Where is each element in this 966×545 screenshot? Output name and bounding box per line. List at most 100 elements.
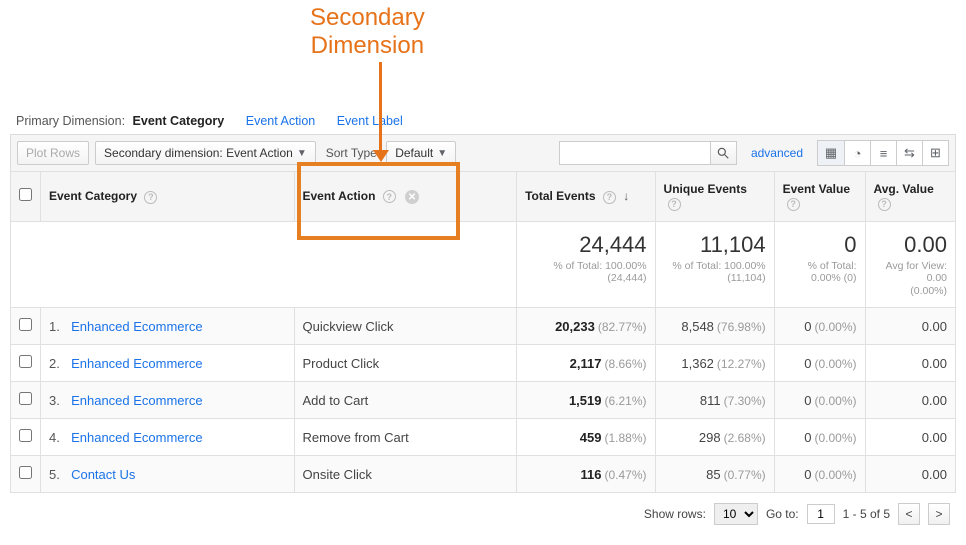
cell-total-events: 116(0.47%) <box>517 456 655 493</box>
annotation-arrow-head <box>373 150 389 162</box>
show-rows-label: Show rows: <box>644 507 706 521</box>
col-unique-events[interactable]: Unique Events ? <box>655 172 774 222</box>
totals-avg-value: 0.00 Avg for View: 0.00(0.00%) <box>865 221 955 308</box>
cell-event-value: 0(0.00%) <box>774 456 865 493</box>
annotation-arrow <box>379 62 382 154</box>
event-category-link[interactable]: Enhanced Ecommerce <box>71 356 203 371</box>
cell-avg-value: 0.00 <box>865 308 955 345</box>
cell-unique-events: 811(7.30%) <box>655 382 774 419</box>
cell-total-events: 459(1.88%) <box>517 419 655 456</box>
view-data-table-icon[interactable]: ▦ <box>818 141 844 165</box>
cell-avg-value: 0.00 <box>865 456 955 493</box>
event-category-link[interactable]: Enhanced Ecommerce <box>71 393 203 408</box>
col-avg-value[interactable]: Avg. Value ? <box>865 172 955 222</box>
col-event-value[interactable]: Event Value ? <box>774 172 865 222</box>
cell-event-action: Onsite Click <box>294 456 517 493</box>
table-row: 2. Enhanced EcommerceProduct Click2,117(… <box>11 345 956 382</box>
table-search <box>559 141 737 165</box>
cell-event-value: 0(0.00%) <box>774 345 865 382</box>
cell-unique-events: 8,548(76.98%) <box>655 308 774 345</box>
cell-event-value: 0(0.00%) <box>774 419 865 456</box>
col-total-events[interactable]: Total Events ? ↓ <box>517 172 655 222</box>
cell-event-category: 4. Enhanced Ecommerce <box>41 419 295 456</box>
magnifier-icon <box>716 146 730 160</box>
cell-avg-value: 0.00 <box>865 345 955 382</box>
cell-total-events: 20,233(82.77%) <box>517 308 655 345</box>
cell-event-category: 2. Enhanced Ecommerce <box>41 345 295 382</box>
pagination-bar: Show rows: 10 Go to: 1 - 5 of 5 < > <box>10 493 956 525</box>
help-icon[interactable]: ? <box>383 190 396 203</box>
table-row: 1. Enhanced EcommerceQuickview Click20,2… <box>11 308 956 345</box>
cell-event-action: Product Click <box>294 345 517 382</box>
caret-down-icon: ▼ <box>297 148 307 159</box>
view-comparison-icon[interactable]: ⇆ <box>896 141 922 165</box>
select-all-header[interactable] <box>11 172 41 222</box>
view-percentage-icon[interactable]: ◔ <box>844 141 870 165</box>
row-checkbox[interactable] <box>19 429 32 442</box>
cell-unique-events: 1,362(12.27%) <box>655 345 774 382</box>
view-pivot-icon[interactable]: ⊞ <box>922 141 948 165</box>
help-icon[interactable]: ? <box>787 198 800 211</box>
help-icon[interactable]: ? <box>144 191 157 204</box>
col-event-action[interactable]: Event Action ? ✕ <box>294 172 517 222</box>
row-checkbox[interactable] <box>19 355 32 368</box>
cell-event-action: Add to Cart <box>294 382 517 419</box>
events-table: Event Category ? Event Action ? ✕ Total … <box>10 171 956 493</box>
table-row: 3. Enhanced EcommerceAdd to Cart1,519(6.… <box>11 382 956 419</box>
totals-unique-events: 11,104 % of Total: 100.00%(11,104) <box>655 221 774 308</box>
cell-unique-events: 85(0.77%) <box>655 456 774 493</box>
rows-per-page-select[interactable]: 10 <box>714 503 758 525</box>
view-performance-icon[interactable]: ≡ <box>870 141 896 165</box>
primary-dimension-option-event-action[interactable]: Event Action <box>246 114 316 128</box>
cell-total-events: 2,117(8.66%) <box>517 345 655 382</box>
totals-total-events: 24,444 % of Total: 100.00%(24,444) <box>517 221 655 308</box>
cell-event-action: Remove from Cart <box>294 419 517 456</box>
search-button[interactable] <box>710 142 736 164</box>
cell-event-value: 0(0.00%) <box>774 308 865 345</box>
cell-total-events: 1,519(6.21%) <box>517 382 655 419</box>
go-to-input[interactable] <box>807 504 835 524</box>
go-to-label: Go to: <box>766 507 799 521</box>
view-toggle-group: ▦ ◔ ≡ ⇆ ⊞ <box>817 140 949 166</box>
event-category-link[interactable]: Contact Us <box>71 467 135 482</box>
next-page-button[interactable]: > <box>928 503 950 525</box>
primary-dimension-option-event-label[interactable]: Event Label <box>337 114 403 128</box>
help-icon[interactable]: ? <box>878 198 891 211</box>
cell-unique-events: 298(2.68%) <box>655 419 774 456</box>
table-toolbar: Plot Rows Secondary dimension: Event Act… <box>10 134 956 172</box>
cell-event-category: 1. Enhanced Ecommerce <box>41 308 295 345</box>
primary-dimension-bar: Primary Dimension: Event Category Event … <box>10 110 956 134</box>
page-range: 1 - 5 of 5 <box>843 507 890 521</box>
help-icon[interactable]: ? <box>668 198 681 211</box>
plot-rows-button[interactable]: Plot Rows <box>17 141 89 165</box>
sort-desc-icon: ↓ <box>623 189 629 203</box>
primary-dimension-label: Primary Dimension: <box>16 114 125 128</box>
row-checkbox[interactable] <box>19 466 32 479</box>
annotation-label: Secondary Dimension <box>310 4 425 59</box>
table-row: 5. Contact UsOnsite Click116(0.47%)85(0.… <box>11 456 956 493</box>
event-category-link[interactable]: Enhanced Ecommerce <box>71 430 203 445</box>
row-checkbox[interactable] <box>19 392 32 405</box>
cell-avg-value: 0.00 <box>865 419 955 456</box>
search-input[interactable] <box>560 142 710 164</box>
table-row: 4. Enhanced EcommerceRemove from Cart459… <box>11 419 956 456</box>
row-checkbox[interactable] <box>19 318 32 331</box>
remove-secondary-dimension-icon[interactable]: ✕ <box>405 190 419 204</box>
totals-event-value: 0 % of Total:0.00% (0) <box>774 221 865 308</box>
event-category-link[interactable]: Enhanced Ecommerce <box>71 319 203 334</box>
cell-avg-value: 0.00 <box>865 382 955 419</box>
cell-event-value: 0(0.00%) <box>774 382 865 419</box>
secondary-dimension-selector[interactable]: Secondary dimension: Event Action ▼ <box>95 141 316 165</box>
totals-row: 24,444 % of Total: 100.00%(24,444) 11,10… <box>11 221 956 308</box>
cell-event-action: Quickview Click <box>294 308 517 345</box>
cell-event-category: 5. Contact Us <box>41 456 295 493</box>
sort-type-selector[interactable]: Default ▼ <box>386 141 456 165</box>
help-icon[interactable]: ? <box>603 191 616 204</box>
cell-event-category: 3. Enhanced Ecommerce <box>41 382 295 419</box>
advanced-link[interactable]: advanced <box>751 146 803 160</box>
col-event-category[interactable]: Event Category ? <box>41 172 295 222</box>
caret-down-icon: ▼ <box>437 148 447 159</box>
prev-page-button[interactable]: < <box>898 503 920 525</box>
primary-dimension-active[interactable]: Event Category <box>133 114 225 128</box>
select-all-checkbox[interactable] <box>19 188 32 201</box>
